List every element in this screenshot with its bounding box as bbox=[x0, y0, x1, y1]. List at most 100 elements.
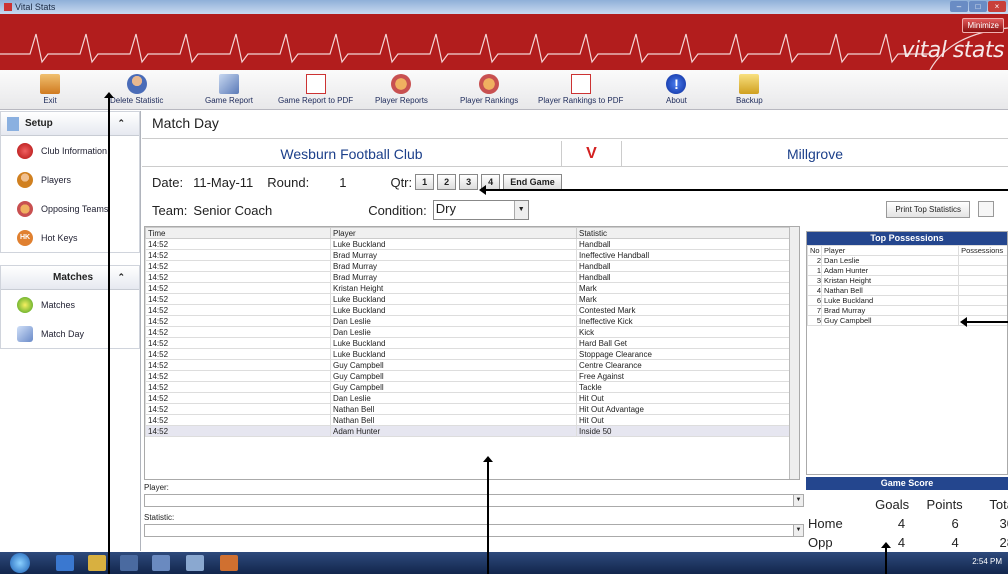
game-report-button[interactable]: Game Report bbox=[205, 72, 253, 105]
statistic-field[interactable]: ▼ bbox=[144, 524, 804, 537]
window-controls: – □ × bbox=[950, 1, 1006, 12]
start-button[interactable] bbox=[10, 553, 30, 573]
print-top-statistics-button[interactable]: Print Top Statistics bbox=[886, 201, 970, 218]
table-row[interactable]: 14:52 Brad Murray Ineffective Handball bbox=[145, 249, 791, 261]
qtr-1-button[interactable]: 1 bbox=[415, 174, 435, 190]
table-row[interactable]: 14:52 Guy Campbell Tackle bbox=[145, 381, 791, 393]
table-cell: Brad Murray bbox=[330, 260, 577, 272]
table-row[interactable]: 6 Luke Buckland bbox=[807, 295, 1007, 306]
round-value: 1 bbox=[339, 174, 347, 190]
minimize-button[interactable]: Minimize bbox=[962, 18, 1004, 33]
ie-icon[interactable] bbox=[56, 555, 74, 571]
date-value: 11-May-11 bbox=[193, 174, 254, 190]
dropdown-arrow-icon[interactable]: ▼ bbox=[513, 201, 528, 219]
table-row[interactable]: 14:52 Dan Leslie Ineffective Kick bbox=[145, 315, 791, 327]
maximize-window-icon[interactable]: □ bbox=[969, 1, 987, 12]
qtr-label: Qtr: bbox=[390, 174, 413, 190]
app-taskbar-icon[interactable] bbox=[220, 555, 238, 571]
column-header-player[interactable]: Player bbox=[330, 227, 577, 239]
qtr-3-button[interactable]: 3 bbox=[459, 174, 479, 190]
condition-select[interactable]: Dry ▼ bbox=[432, 200, 529, 220]
teams-icon bbox=[17, 200, 33, 217]
toolbar-label: About bbox=[666, 96, 687, 105]
explorer-icon[interactable] bbox=[88, 555, 106, 571]
home-team: Wesburn Football Club bbox=[142, 141, 562, 166]
table-row[interactable]: 14:52 Brad Murray Handball bbox=[145, 271, 791, 283]
minimize-window-icon[interactable]: – bbox=[950, 1, 968, 12]
date-label: Date: bbox=[152, 174, 184, 190]
sidebar-item-club-information[interactable]: Club Information bbox=[1, 136, 139, 165]
table-cell: Luke Buckland bbox=[330, 238, 577, 250]
column-header-time[interactable]: Time bbox=[145, 227, 331, 239]
table-row[interactable]: 14:52 Luke Buckland Stoppage Clearance bbox=[145, 348, 791, 360]
table-row[interactable]: 14:52 Luke Buckland Hard Ball Get bbox=[145, 337, 791, 349]
table-row[interactable]: 14:52 Luke Buckland Mark bbox=[145, 293, 791, 305]
table-cell: Guy Campbell bbox=[330, 381, 577, 393]
table-row[interactable]: 14:52 Adam Hunter Inside 50 bbox=[145, 425, 791, 437]
table-row[interactable]: 14:52 Dan Leslie Kick bbox=[145, 326, 791, 338]
dropdown-arrow-icon[interactable]: ▼ bbox=[793, 525, 803, 536]
backup-button[interactable]: Backup bbox=[736, 72, 763, 105]
sidebar-item-opposing-teams[interactable]: Opposing Teams bbox=[1, 194, 139, 223]
table-cell: Luke Buckland bbox=[820, 295, 960, 306]
about-button[interactable]: ! About bbox=[666, 72, 687, 105]
heartbeat-graphic bbox=[0, 27, 1008, 70]
table-row[interactable]: 1 Adam Hunter bbox=[807, 265, 1007, 276]
table-row[interactable]: 14:52 Guy Campbell Free Against bbox=[145, 370, 791, 382]
table-cell: 14:52 bbox=[145, 249, 331, 261]
score-row-label: Opp bbox=[808, 535, 833, 550]
opp-points: 4 bbox=[951, 535, 959, 550]
table-row[interactable]: 14:52 Brad Murray Handball bbox=[145, 260, 791, 272]
sidebar-item-players[interactable]: Players bbox=[1, 165, 139, 194]
delete-statistic-button[interactable]: Delete Statistic bbox=[110, 72, 163, 105]
sidebar-item-label: Opposing Teams bbox=[41, 203, 109, 214]
club-icon bbox=[17, 142, 33, 159]
qtr-2-button[interactable]: 2 bbox=[437, 174, 457, 190]
pdf-icon bbox=[570, 74, 591, 94]
statistics-grid[interactable]: Time Player Statistic 14:52 Luke Buckland… bbox=[144, 226, 800, 480]
media-icon[interactable] bbox=[120, 555, 138, 571]
sidebar-item-matches[interactable]: Matches bbox=[1, 290, 139, 319]
collapse-icon[interactable]: ⌃ bbox=[117, 118, 125, 129]
player-rankings-button[interactable]: Player Rankings bbox=[460, 72, 518, 105]
sidebar-item-match-day[interactable]: Match Day bbox=[1, 319, 139, 348]
table-row[interactable]: 4 Nathan Bell bbox=[807, 285, 1007, 296]
close-window-icon[interactable]: × bbox=[988, 1, 1006, 12]
table-row[interactable]: 14:52 Luke Buckland Contested Mark bbox=[145, 304, 791, 316]
table-cell: Luke Buckland bbox=[330, 337, 577, 349]
table-row[interactable]: 14:52 Luke Buckland Handball bbox=[145, 238, 791, 250]
annotation-arrow bbox=[485, 189, 1008, 191]
app-taskbar-icon[interactable] bbox=[186, 555, 204, 571]
table-cell: 14:52 bbox=[145, 304, 331, 316]
matches-header[interactable]: Matches ⌃ bbox=[1, 266, 139, 290]
column-header-statistic[interactable]: Statistic bbox=[576, 227, 791, 239]
grid-scrollbar[interactable] bbox=[789, 227, 799, 479]
game-report-pdf-button[interactable]: Game Report to PDF bbox=[278, 72, 353, 105]
player-field[interactable]: ▼ bbox=[144, 494, 804, 507]
table-cell: Brad Murray bbox=[330, 249, 577, 261]
table-row[interactable]: 14:52 Guy Campbell Centre Clearance bbox=[145, 359, 791, 371]
table-row[interactable]: 14:52 Dan Leslie Hit Out bbox=[145, 392, 791, 404]
table-row[interactable]: 2 Dan Leslie bbox=[807, 255, 1007, 266]
print-icon[interactable] bbox=[978, 201, 994, 217]
player-reports-button[interactable]: Player Reports bbox=[375, 72, 428, 105]
dropdown-arrow-icon[interactable]: ▼ bbox=[793, 495, 803, 506]
end-game-button[interactable]: End Game bbox=[503, 174, 562, 190]
table-row[interactable]: 7 Brad Murray bbox=[807, 305, 1007, 316]
table-cell: Tackle bbox=[576, 381, 791, 393]
table-row[interactable]: 14:52 Nathan Bell Hit Out bbox=[145, 414, 791, 426]
exit-button[interactable]: Exit bbox=[40, 72, 60, 105]
player-rankings-pdf-button[interactable]: Player Rankings to PDF bbox=[538, 72, 623, 105]
table-row[interactable]: 14:52 Kristan Height Mark bbox=[145, 282, 791, 294]
table-cell: 14:52 bbox=[145, 403, 331, 415]
collapse-icon[interactable]: ⌃ bbox=[117, 272, 125, 283]
setup-header[interactable]: Setup ⌃ bbox=[1, 112, 139, 136]
away-team: Millgrove bbox=[786, 146, 843, 162]
table-cell: Kick bbox=[576, 326, 791, 338]
table-row[interactable]: 14:52 Nathan Bell Hit Out Advantage bbox=[145, 403, 791, 415]
sidebar-item-hot-keys[interactable]: HK Hot Keys bbox=[1, 223, 139, 252]
app-taskbar-icon[interactable] bbox=[152, 555, 170, 571]
table-cell bbox=[958, 295, 1007, 306]
system-clock: 2:54 PM bbox=[972, 557, 1002, 566]
table-row[interactable]: 3 Kristan Height bbox=[807, 275, 1007, 286]
